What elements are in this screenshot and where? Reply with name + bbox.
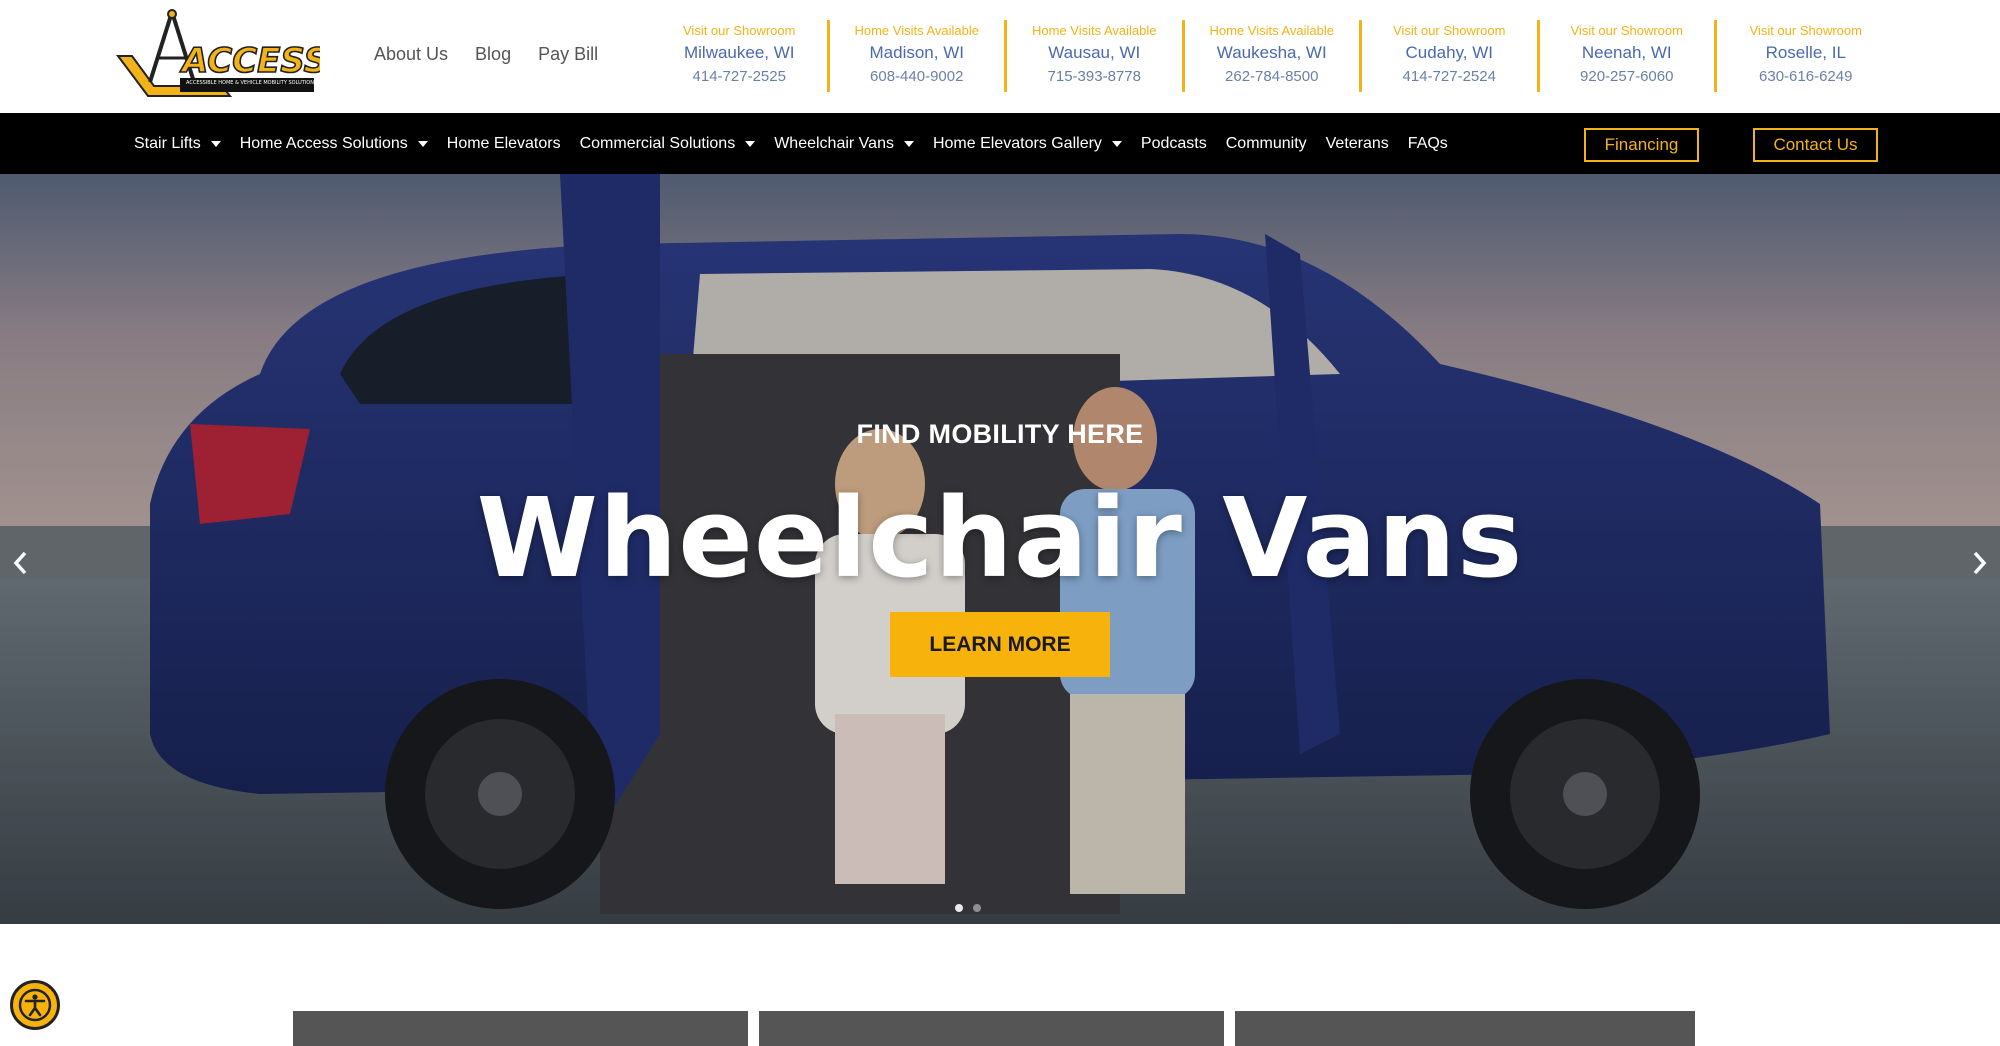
chevron-right-icon bbox=[1973, 551, 1987, 575]
location-wausau: Home Visits Available Wausau, WI 715-393… bbox=[1007, 20, 1185, 92]
location-tag: Visit our Showroom bbox=[1570, 23, 1683, 38]
location-city[interactable]: Cudahy, WI bbox=[1362, 43, 1537, 63]
utility-links: About Us Blog Pay Bill bbox=[374, 44, 598, 65]
site-header: ACCESS ACCESSIBLE HOME & VEHICLE MOBILIT… bbox=[0, 0, 2000, 113]
site-logo[interactable]: ACCESS ACCESSIBLE HOME & VEHICLE MOBILIT… bbox=[110, 8, 329, 104]
chevron-down-icon bbox=[210, 140, 221, 147]
location-roselle: Visit our Showroom Roselle, IL 630-616-6… bbox=[1717, 20, 1895, 92]
chevron-down-icon bbox=[417, 140, 428, 147]
location-waukesha: Home Visits Available Waukesha, WI 262-7… bbox=[1185, 20, 1362, 92]
nav-veterans[interactable]: Veterans bbox=[1326, 135, 1389, 153]
contact-us-button[interactable]: Contact Us bbox=[1753, 128, 1878, 162]
location-phone[interactable]: 608-440-9002 bbox=[830, 68, 1005, 85]
location-phone[interactable]: 414-727-2525 bbox=[652, 68, 827, 85]
slider-prev-arrow[interactable] bbox=[6, 538, 36, 588]
location-list: Visit our Showroom Milwaukee, WI 414-727… bbox=[652, 20, 1895, 92]
slider-dots bbox=[955, 904, 981, 912]
location-tag: Visit our Showroom bbox=[683, 23, 796, 38]
nav-stair-lifts[interactable]: Stair Lifts bbox=[134, 135, 221, 153]
nav-home-elevators-gallery[interactable]: Home Elevators Gallery bbox=[933, 135, 1122, 153]
nav-label: Home Elevators bbox=[446, 134, 561, 152]
location-tag: Home Visits Available bbox=[1209, 23, 1335, 38]
logo-wordmark: ACCESS bbox=[179, 41, 320, 81]
about-us-link[interactable]: About Us bbox=[374, 44, 448, 65]
location-phone[interactable]: 715-393-8778 bbox=[1007, 68, 1182, 85]
chevron-down-icon bbox=[745, 140, 756, 147]
main-nav-items: Stair Lifts Home Access Solutions Home E… bbox=[134, 113, 1467, 174]
location-city[interactable]: Milwaukee, WI bbox=[652, 43, 827, 63]
learn-more-button[interactable]: LEARN MORE bbox=[890, 612, 1110, 677]
accessibility-person-icon bbox=[18, 988, 52, 1022]
nav-community[interactable]: Community bbox=[1226, 135, 1307, 153]
nav-label: FAQs bbox=[1407, 134, 1448, 152]
nav-podcasts[interactable]: Podcasts bbox=[1141, 135, 1207, 153]
feature-card-1[interactable] bbox=[293, 1011, 748, 1046]
location-cudahy: Visit our Showroom Cudahy, WI 414-727-25… bbox=[1362, 20, 1540, 92]
location-tag: Visit our Showroom bbox=[1393, 23, 1506, 38]
location-madison: Home Visits Available Madison, WI 608-44… bbox=[830, 20, 1007, 92]
nav-wheelchair-vans[interactable]: Wheelchair Vans bbox=[774, 135, 914, 153]
location-neenah: Visit our Showroom Neenah, WI 920-257-60… bbox=[1540, 20, 1717, 92]
nav-label: Veterans bbox=[1325, 134, 1389, 152]
slider-next-arrow[interactable] bbox=[1964, 538, 1994, 588]
hero-title: Wheelchair Vans bbox=[476, 474, 1524, 602]
location-tag: Home Visits Available bbox=[854, 23, 980, 38]
nav-label: Community bbox=[1225, 134, 1307, 152]
location-milwaukee: Visit our Showroom Milwaukee, WI 414-727… bbox=[652, 20, 830, 92]
chevron-down-icon bbox=[1111, 140, 1122, 147]
pay-bill-link[interactable]: Pay Bill bbox=[538, 44, 598, 65]
location-phone[interactable]: 920-257-6060 bbox=[1540, 68, 1715, 85]
accessibility-widget-button[interactable] bbox=[10, 980, 60, 1030]
chevron-down-icon bbox=[903, 140, 914, 147]
location-phone[interactable]: 630-616-6249 bbox=[1717, 68, 1895, 85]
location-city[interactable]: Waukesha, WI bbox=[1185, 43, 1360, 63]
logo-tagline: ACCESSIBLE HOME & VEHICLE MOBILITY SOLUT… bbox=[186, 80, 317, 86]
location-city[interactable]: Madison, WI bbox=[830, 43, 1005, 63]
feature-cards-row bbox=[0, 1011, 2000, 1046]
hero-subtitle: FIND MOBILITY HERE bbox=[856, 419, 1144, 449]
nav-label: Home Access Solutions bbox=[239, 134, 408, 152]
feature-card-3[interactable] bbox=[1235, 1011, 1695, 1046]
location-city[interactable]: Wausau, WI bbox=[1007, 43, 1182, 63]
location-tag: Home Visits Available bbox=[1031, 23, 1157, 38]
nav-home-access-solutions[interactable]: Home Access Solutions bbox=[240, 135, 428, 153]
nav-label: Podcasts bbox=[1140, 134, 1207, 152]
location-phone[interactable]: 262-784-8500 bbox=[1185, 68, 1360, 85]
hero-slider: FIND MOBILITY HERE Wheelchair Vans LEARN… bbox=[0, 174, 2000, 924]
slider-dot-1[interactable] bbox=[955, 904, 963, 912]
location-city[interactable]: Roselle, IL bbox=[1717, 43, 1895, 63]
main-navigation: Stair Lifts Home Access Solutions Home E… bbox=[0, 113, 2000, 174]
nav-label: Commercial Solutions bbox=[579, 134, 736, 152]
nav-commercial-solutions[interactable]: Commercial Solutions bbox=[580, 135, 756, 153]
financing-button[interactable]: Financing bbox=[1584, 128, 1699, 162]
nav-label: Wheelchair Vans bbox=[774, 134, 894, 152]
slider-dot-2[interactable] bbox=[973, 904, 981, 912]
location-phone[interactable]: 414-727-2524 bbox=[1362, 68, 1537, 85]
nav-home-elevators[interactable]: Home Elevators bbox=[447, 135, 561, 153]
chevron-left-icon bbox=[13, 551, 27, 575]
location-tag: Visit our Showroom bbox=[1749, 23, 1862, 38]
blog-link[interactable]: Blog bbox=[475, 44, 511, 65]
nav-label: Home Elevators Gallery bbox=[932, 134, 1102, 152]
feature-card-2[interactable] bbox=[759, 1011, 1224, 1046]
nav-faqs[interactable]: FAQs bbox=[1408, 135, 1448, 153]
nav-label: Stair Lifts bbox=[134, 134, 201, 152]
location-city[interactable]: Neenah, WI bbox=[1540, 43, 1715, 63]
